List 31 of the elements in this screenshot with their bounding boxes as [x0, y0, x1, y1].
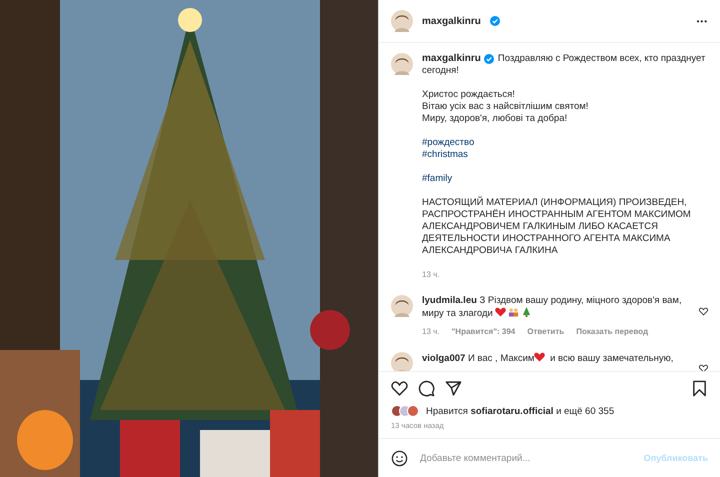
tree-icon — [521, 307, 532, 317]
username-link[interactable]: maxgalkinru — [422, 53, 481, 65]
hashtag-link[interactable]: #christmas — [422, 149, 468, 161]
couple-icon — [508, 307, 520, 317]
post-time: 13 ч. — [422, 269, 441, 281]
emoji-icon[interactable] — [391, 450, 408, 466]
heart-icon[interactable] — [699, 364, 708, 371]
hashtag-link[interactable]: #рождество — [422, 137, 474, 149]
username[interactable]: maxgalkinru — [422, 16, 481, 26]
comment-icon[interactable] — [418, 380, 435, 397]
heart-icon[interactable] — [391, 380, 408, 397]
liker-avatar — [407, 405, 419, 417]
comment-time: 13 ч. — [422, 326, 440, 338]
comment-input[interactable]: Добавьте комментарий... — [418, 452, 634, 464]
avatar[interactable] — [391, 53, 413, 75]
bookmark-icon[interactable] — [691, 380, 708, 397]
avatar[interactable] — [391, 10, 413, 32]
commenter-avatar[interactable] — [391, 295, 413, 317]
hashtag-link[interactable]: #family — [422, 173, 452, 185]
more-options-icon[interactable]: ••• — [696, 16, 708, 26]
share-icon[interactable] — [445, 380, 462, 397]
heart-icon[interactable] — [699, 307, 708, 316]
comment-text: violga007 И вас , Максим и всю вашу замечательную, — [422, 352, 674, 365]
commenter-avatar[interactable] — [391, 352, 413, 371]
caption-text: Христос рождається! Вітаю усіх вас з найсвітлішим святом! Миру, здоров'я, любові та добра! — [422, 89, 590, 125]
comment-text: lyudmila.leu З Різдвом вашу родину, міцного здоров'я вам, миру та злагоди — [422, 295, 683, 320]
notice-text: НАСТОЯЩИЙ МАТЕРИАЛ (ИНФОРМАЦИЯ) ПРОИЗВЕДЕН, РАСПРОСТРАНЁН ИНОСТРАННЫМ АГЕНТОМ МАКСИМОМ АЛЕКСАНДРОВИЧЕМ ГАЛКИНЫМ ЛИБО КАСАЕТСЯ ДЕЯТЕЛЬНОСТИ ИНОСТРАННОГО АГЕНТА МАКСИМА АЛЕКСАНДРОВИЧА ГАЛКИНА — [422, 197, 692, 257]
heart-icon — [534, 352, 546, 362]
likes-text: Нравится sofiarotaru.official и ещё 60 355 — [426, 406, 614, 416]
caption-text: maxgalkinru Поздравляю с Рождеством всех, кто празднует сегодня! — [422, 53, 706, 77]
heart-icon — [495, 307, 506, 317]
